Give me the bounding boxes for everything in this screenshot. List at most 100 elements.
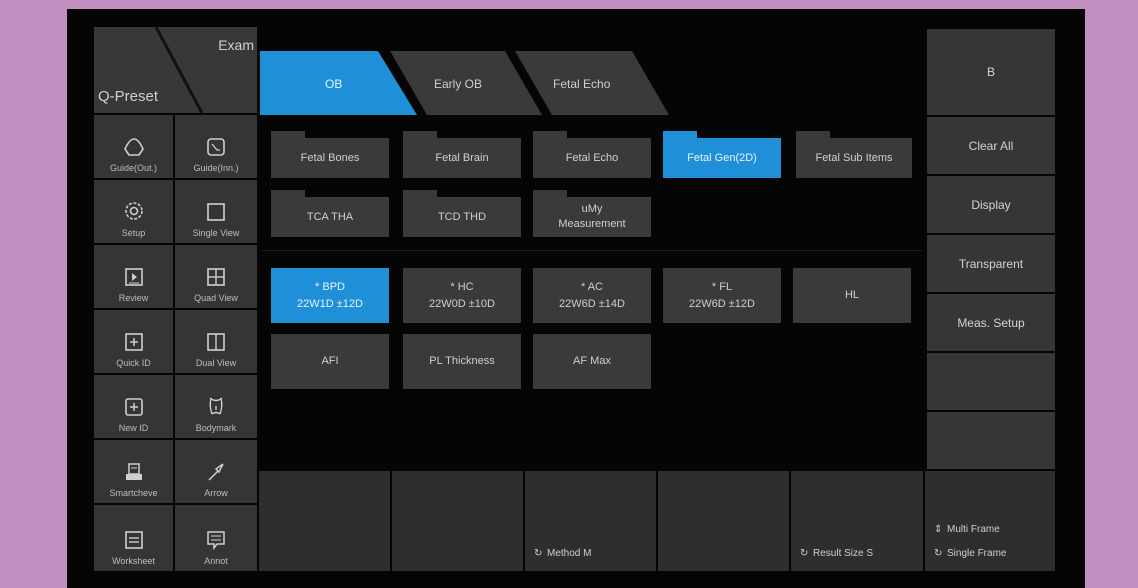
guide-outer-button[interactable]: Guide(Out.) — [94, 115, 173, 178]
folder-tab — [663, 131, 697, 139]
single-view-button[interactable]: Single View — [175, 180, 257, 243]
folder-label: Fetal Echo — [565, 151, 619, 164]
folder-tab — [403, 131, 437, 139]
frame-knob[interactable]: ⇕ Multi Frame ↻ Single Frame — [925, 471, 1055, 571]
review-icon — [124, 268, 143, 286]
measurement-pl-thickness[interactable]: PL Thickness — [403, 334, 521, 389]
folder-fetal-echo[interactable]: Fetal Echo — [533, 131, 651, 178]
dual-view-label: Dual View — [195, 358, 237, 368]
folder-fetal-bones[interactable]: Fetal Bones — [271, 131, 389, 178]
tab-ob[interactable]: OB — [325, 77, 342, 91]
tab-fetal-echo[interactable]: Fetal Echo — [553, 77, 610, 91]
review-button[interactable]: Review — [94, 245, 173, 308]
folder-tab — [796, 131, 830, 139]
dual-view-icon — [207, 333, 225, 351]
meas-setup-button[interactable]: Meas. Setup — [927, 294, 1055, 351]
measurement-name: PL Thickness — [429, 355, 495, 368]
mode-b-button[interactable]: B — [927, 29, 1055, 115]
single-view-icon — [207, 203, 225, 221]
rotate-icon: ↻ — [934, 548, 943, 559]
folder-label: TCA THA — [306, 210, 354, 223]
folder-label-line2: Measurement — [558, 218, 626, 230]
new-id-button[interactable]: New ID — [94, 375, 173, 438]
up-down-icon: ⇕ — [934, 524, 943, 535]
rotate-icon: ↻ — [534, 548, 543, 559]
quick-id-button[interactable]: Quick ID — [94, 310, 173, 373]
method-knob[interactable]: ↻ Method M — [525, 471, 656, 571]
rotate-icon: ↻ — [800, 548, 809, 559]
setup-button[interactable]: Setup — [94, 180, 173, 243]
display-button[interactable]: Display — [927, 176, 1055, 233]
measurement-hc[interactable]: * HC 22W0D ±10D — [403, 268, 521, 323]
measurement-afi[interactable]: AFI — [271, 334, 389, 389]
q-preset-button[interactable]: Q-Preset — [98, 88, 158, 105]
gear-icon — [124, 202, 143, 220]
folder-tab — [271, 190, 305, 198]
bodymark-label: Bodymark — [195, 423, 237, 433]
measurement-name: HL — [844, 289, 860, 302]
exam-button[interactable]: Exam — [218, 37, 254, 53]
worksheet-button[interactable]: Worksheet — [94, 505, 173, 571]
guide-inner-label: Guide(Inn.) — [193, 163, 239, 173]
arrow-label: Arrow — [204, 488, 228, 498]
empty-right-button-2[interactable] — [927, 412, 1055, 469]
folder-fetal-sub-items[interactable]: Fetal Sub Items — [796, 131, 912, 178]
measurement-name: AFI — [321, 355, 339, 368]
folder-tcd-thd[interactable]: TCD THD — [403, 190, 521, 237]
bodymark-icon — [209, 397, 223, 415]
method-label: Method M — [547, 548, 592, 559]
dual-view-button[interactable]: Dual View — [175, 310, 257, 373]
guide-inner-button[interactable]: Guide(Inn.) — [175, 115, 257, 178]
quad-view-label: Quad View — [194, 293, 238, 303]
folder-label: Fetal Sub Items — [815, 151, 893, 164]
archive-icon — [125, 463, 142, 480]
archive-button[interactable]: Smartcheve — [94, 440, 173, 503]
folder-tab — [533, 131, 567, 139]
quad-view-icon — [207, 268, 225, 286]
folder-label: Fetal Bones — [300, 151, 360, 164]
folder-umy-measurement[interactable]: uMy Measurement — [533, 190, 651, 237]
arrow-icon — [208, 463, 224, 481]
measurement-value: 22W0D ±10D — [429, 297, 495, 310]
bottom-knob-2[interactable] — [392, 471, 523, 571]
tab-early-ob[interactable]: Early OB — [434, 77, 482, 91]
annotation-icon — [207, 531, 225, 550]
folder-fetal-gen-2d[interactable]: Fetal Gen(2D) — [663, 131, 781, 178]
folder-tab — [403, 190, 437, 198]
folder-fetal-brain[interactable]: Fetal Brain — [403, 131, 521, 178]
measurement-hl[interactable]: HL — [793, 268, 911, 323]
measurement-value: 22W6D ±12D — [689, 297, 755, 310]
archive-label: Smartcheve — [109, 488, 158, 498]
measurement-bpd[interactable]: * BPD 22W1D ±12D — [271, 268, 389, 323]
setup-label: Setup — [121, 228, 146, 238]
clear-all-button[interactable]: Clear All — [927, 117, 1055, 174]
arrow-button[interactable]: Arrow — [175, 440, 257, 503]
annotation-label: Annot — [204, 556, 228, 566]
measurement-name: AF Max — [573, 355, 611, 368]
section-divider — [262, 250, 922, 251]
folder-tab — [533, 190, 567, 198]
bottom-knob-1[interactable] — [259, 471, 390, 571]
folder-tca-tha[interactable]: TCA THA — [271, 190, 389, 237]
measurement-ac[interactable]: * AC 22W6D ±14D — [533, 268, 651, 323]
folder-label-line1: uMy — [581, 203, 603, 216]
probe-icon — [123, 138, 144, 156]
folder-tab — [271, 131, 305, 139]
measurement-af-max[interactable]: AF Max — [533, 334, 651, 389]
annotation-button[interactable]: Annot — [175, 505, 257, 571]
empty-right-button-1[interactable] — [927, 353, 1055, 410]
folder-label: Fetal Brain — [435, 151, 489, 164]
ultrasound-screen: Q-Preset Exam Guide(Out.) Guide(Inn.) Se… — [67, 9, 1085, 588]
review-label: Review — [118, 293, 149, 303]
bodymark-button[interactable]: Bodymark — [175, 375, 257, 438]
bottom-knob-4[interactable] — [658, 471, 789, 571]
measurement-value: 22W1D ±12D — [297, 297, 363, 310]
single-frame-label: Single Frame — [947, 548, 1007, 559]
measurement-value: 22W6D ±14D — [559, 297, 625, 310]
single-view-label: Single View — [192, 228, 240, 238]
multi-frame-label: Multi Frame — [947, 524, 1000, 535]
result-size-knob[interactable]: ↻ Result Size S — [791, 471, 923, 571]
quad-view-button[interactable]: Quad View — [175, 245, 257, 308]
transparent-button[interactable]: Transparent — [927, 235, 1055, 292]
measurement-fl[interactable]: * FL 22W6D ±12D — [663, 268, 781, 323]
